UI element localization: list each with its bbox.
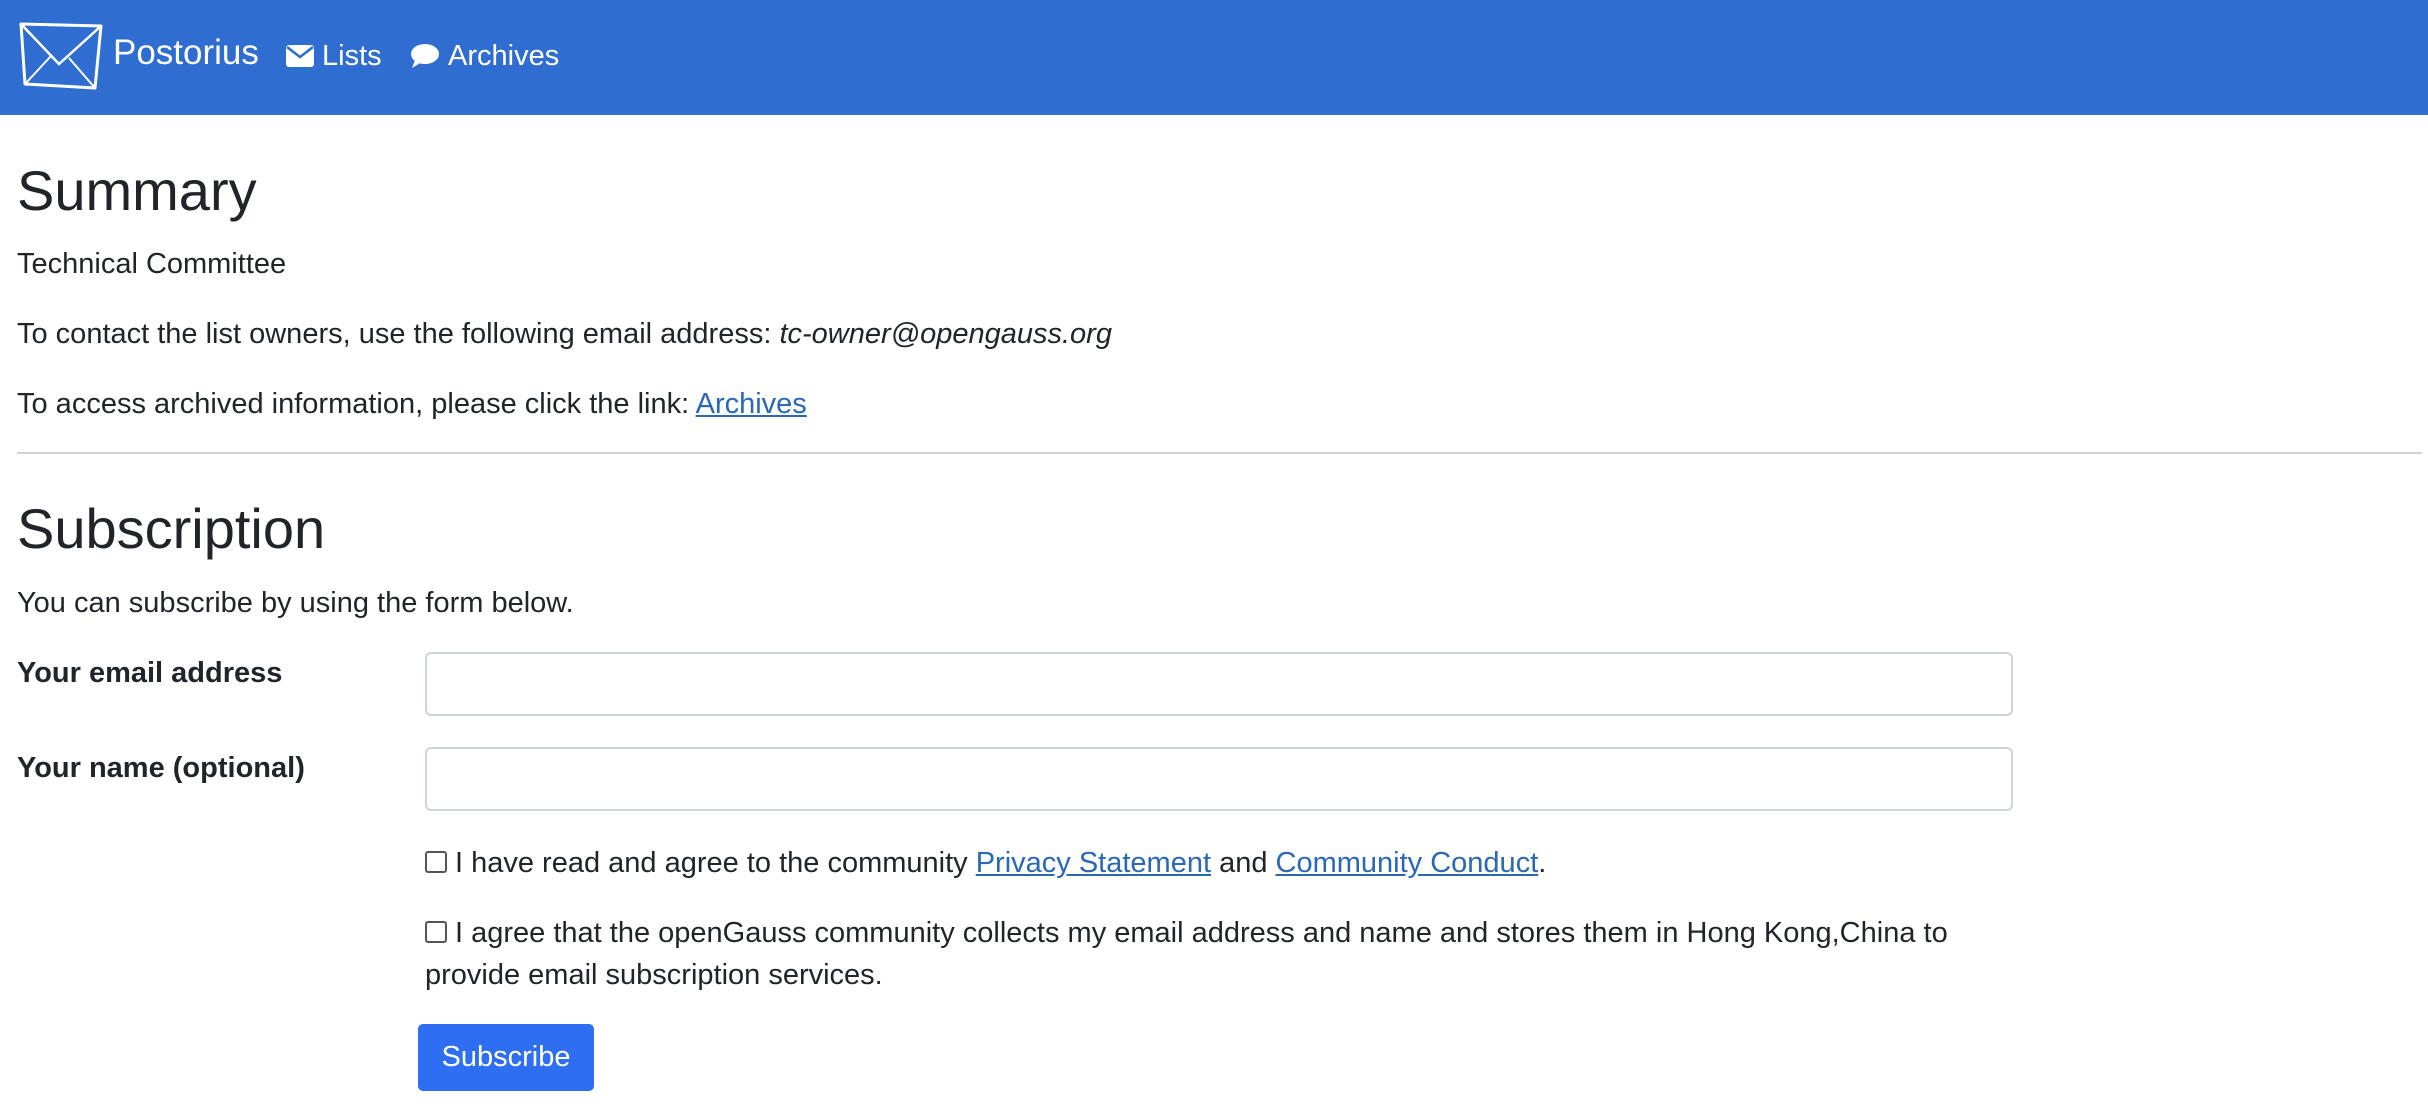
subscription-intro: You can subscribe by using the form belo… xyxy=(17,587,574,619)
envelope-icon xyxy=(286,45,314,67)
summary-heading: Summary xyxy=(17,159,257,222)
name-field[interactable] xyxy=(425,747,2013,811)
consent-text-line2: provide email subscription services. xyxy=(425,959,883,991)
community-conduct-link[interactable]: Community Conduct xyxy=(1276,847,1539,879)
data-consent: I agree that the openGauss community col… xyxy=(425,912,1948,954)
privacy-statement-link[interactable]: Privacy Statement xyxy=(976,847,1211,879)
nav-lists-label: Lists xyxy=(322,40,382,72)
section-divider xyxy=(17,452,2422,454)
nav-archives-label: Archives xyxy=(448,40,560,72)
privacy-checkbox[interactable] xyxy=(425,851,447,873)
nav-lists-link[interactable]: Lists xyxy=(286,36,382,76)
contact-label: To contact the list owners, use the foll… xyxy=(17,318,780,350)
subscription-heading: Subscription xyxy=(17,497,326,560)
nav-archives-link[interactable]: Archives xyxy=(410,36,559,76)
data-consent-line2: provide email subscription services. xyxy=(425,954,883,996)
privacy-text-after: . xyxy=(1538,847,1547,879)
comment-icon xyxy=(411,44,439,68)
contact-text: To contact the list owners, use the foll… xyxy=(17,314,1112,354)
email-label: Your email address xyxy=(17,657,283,689)
name-label: Your name (optional) xyxy=(17,752,305,784)
archive-label: To access archived information, please c… xyxy=(17,388,696,420)
subscribe-button[interactable]: Subscribe xyxy=(418,1024,594,1091)
archives-link[interactable]: Archives xyxy=(696,388,807,420)
brand-name[interactable]: Postorius xyxy=(113,31,259,75)
consent-checkbox[interactable] xyxy=(425,921,447,943)
archive-text: To access archived information, please c… xyxy=(17,384,807,424)
privacy-agreement: I have read and agree to the community P… xyxy=(425,842,1546,884)
privacy-text-mid: and xyxy=(1211,847,1276,879)
list-description: Technical Committee xyxy=(17,248,287,280)
privacy-text-before: I have read and agree to the community xyxy=(455,847,976,879)
consent-text-line1: I agree that the openGauss community col… xyxy=(455,917,1948,949)
owner-email: tc-owner@opengauss.org xyxy=(779,318,1112,350)
envelope-logo-icon[interactable] xyxy=(17,20,105,92)
navbar: Postorius Lists Archives xyxy=(0,0,2428,115)
email-field[interactable] xyxy=(425,652,2013,716)
